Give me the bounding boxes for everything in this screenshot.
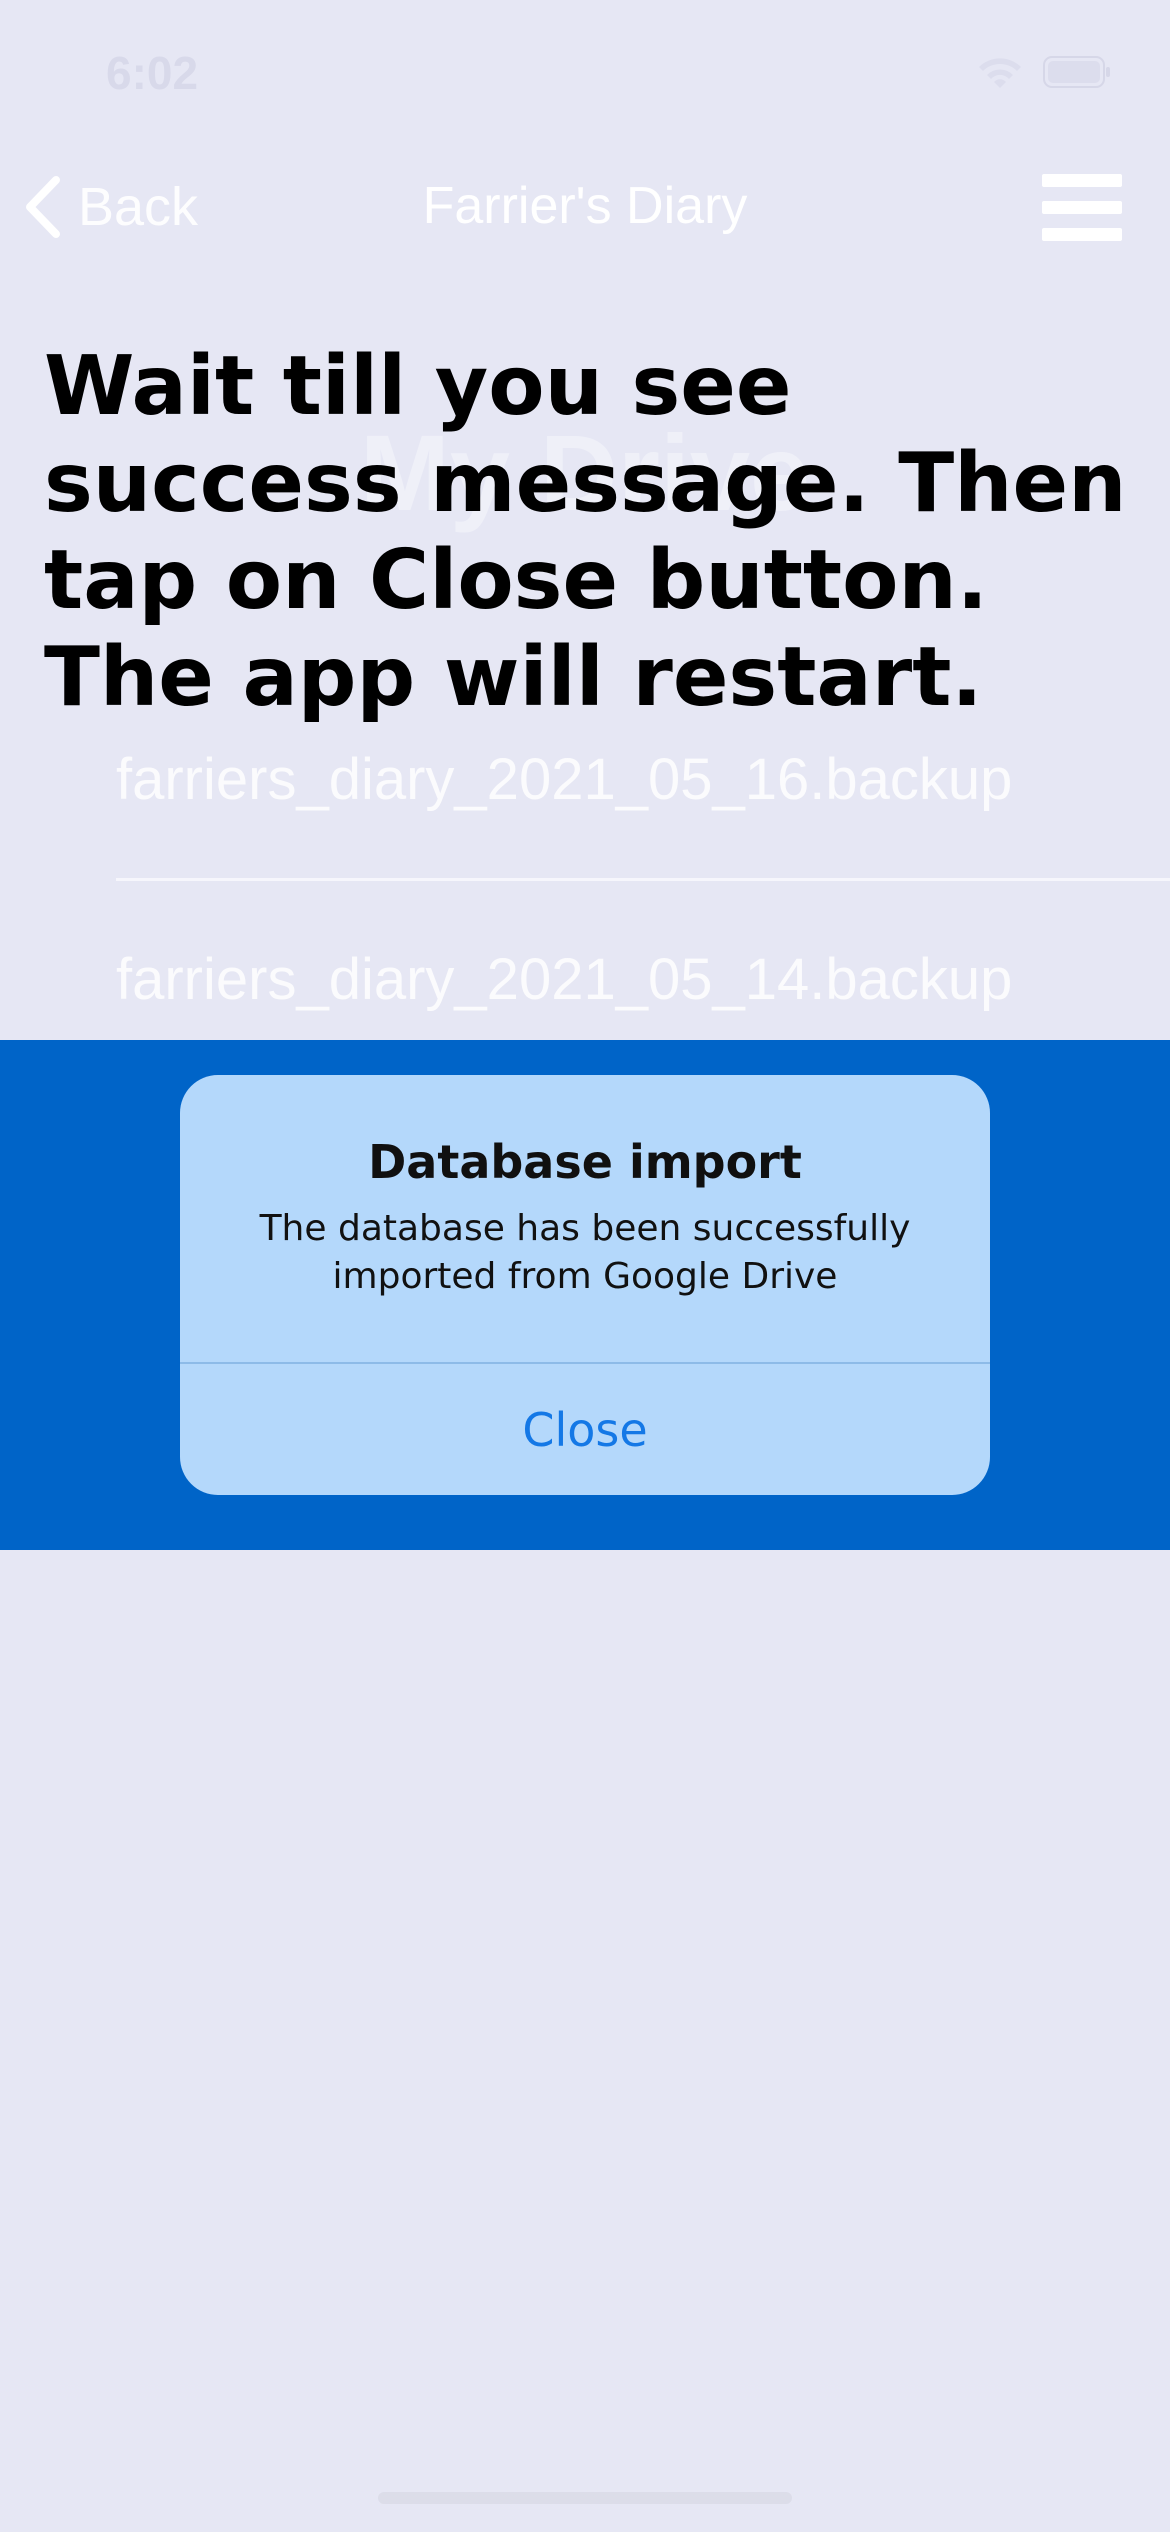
alert-title: Database import [368, 1135, 802, 1189]
file-item[interactable]: farriers_diary_2021_05_16.backup [116, 740, 1170, 940]
nav-title: Farrier's Diary [422, 177, 748, 235]
home-indicator[interactable] [378, 2492, 792, 2504]
alert-message: The database has been successfully impor… [259, 1208, 911, 1297]
wifi-icon [979, 58, 1021, 88]
file-name: farriers_diary_2021_05_16.backup [116, 747, 1013, 812]
status-time: 6:02 [106, 47, 199, 99]
battery-icon [1043, 56, 1110, 88]
instruction-text: Wait till you see success message. Then … [44, 339, 1127, 725]
close-button[interactable]: Close [180, 1364, 990, 1495]
divider [116, 878, 1170, 881]
hamburger-menu-icon[interactable] [1042, 174, 1122, 242]
status-bar: 6:02 [0, 0, 1170, 140]
alert-dialog: Database import The database has been su… [180, 1075, 990, 1495]
file-name: farriers_diary_2021_05_14.backup [116, 947, 1013, 1012]
